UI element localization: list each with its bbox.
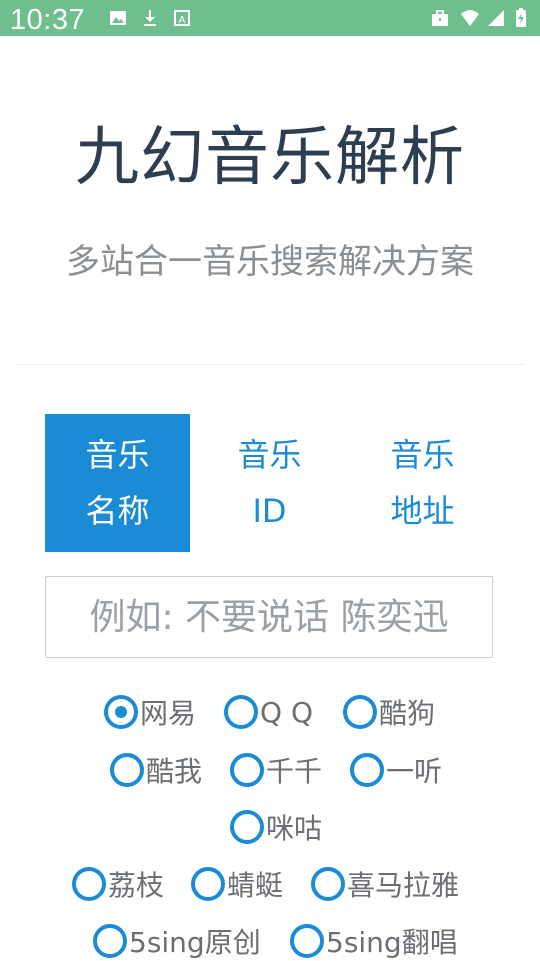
page-subtitle: 多站合一音乐搜索解决方案 [66,242,474,282]
source-label: 喜马拉雅 [347,869,460,902]
tab-label-line2: ID [252,492,287,530]
source-option-qianqian[interactable]: 千千 [230,750,322,790]
source-option-migu[interactable]: 咪咕 [230,807,322,847]
radio-icon[interactable] [290,924,324,958]
source-option-yiting[interactable]: 一听 [350,750,442,790]
status-bar: 10:37 A [0,0,540,36]
radio-icon[interactable] [191,867,225,901]
image-icon [108,8,128,28]
source-label: 荔枝 [108,869,165,902]
tab-label-line1: 音乐 [390,436,455,474]
source-option-qingting[interactable]: 蜻蜓 [191,864,283,904]
source-label: 蜻蜓 [227,869,284,902]
source-option-ximalaya[interactable]: 喜马拉雅 [311,864,459,904]
source-option-kugou[interactable]: 酷狗 [343,692,435,732]
tab-music-url[interactable]: 音乐 地址 [350,414,495,552]
download-icon [140,8,160,28]
radio-checked-icon[interactable] [104,695,138,729]
source-label: 咪咕 [266,812,323,845]
tab-label-line1: 音乐 [85,436,150,474]
search-input[interactable] [46,577,492,657]
radio-icon[interactable] [110,753,144,787]
battery-icon [514,8,528,28]
source-label: 5sing原创 [129,926,261,959]
radio-icon[interactable] [350,753,384,787]
search-mode-tabs: 音乐 名称 音乐 ID 音乐 地址 [45,414,495,552]
source-label: 5sing翻唱 [326,926,458,959]
source-option-netease[interactable]: 网易 [104,692,196,732]
tab-label-line2: 名称 [85,492,150,530]
source-label: 一听 [386,755,443,788]
tab-label-line1: 音乐 [237,436,302,474]
source-label: 酷狗 [379,697,436,730]
source-label: 千千 [266,755,323,788]
source-option-5sing-original[interactable]: 5sing原创 [93,921,261,961]
radio-icon[interactable] [230,810,264,844]
font-icon: A [172,8,192,28]
radio-icon[interactable] [343,695,377,729]
tab-label-line2: 地址 [390,492,455,530]
source-option-lizhi[interactable]: 荔枝 [72,864,164,904]
search-box [45,576,493,658]
wifi-icon [460,8,480,28]
svg-text:A: A [179,15,186,26]
briefcase-icon [430,8,450,28]
status-time: 10:37 [10,4,86,36]
tab-music-name[interactable]: 音乐 名称 [45,414,190,552]
signal-icon [486,8,506,28]
radio-icon[interactable] [224,695,258,729]
tab-music-id[interactable]: 音乐 ID [197,414,342,552]
radio-icon[interactable] [230,753,264,787]
radio-icon[interactable] [72,867,106,901]
source-label: 网易 [140,697,197,730]
radio-icon[interactable] [311,867,345,901]
source-option-5sing-cover[interactable]: 5sing翻唱 [290,921,458,961]
source-label: 酷我 [146,755,203,788]
page-title: 九幻音乐解析 [75,121,465,195]
source-option-kuwo[interactable]: 酷我 [110,750,202,790]
source-label: Q Q [260,695,313,729]
source-option-qq[interactable]: Q Q [224,692,313,732]
divider [15,364,525,365]
radio-icon[interactable] [93,924,127,958]
